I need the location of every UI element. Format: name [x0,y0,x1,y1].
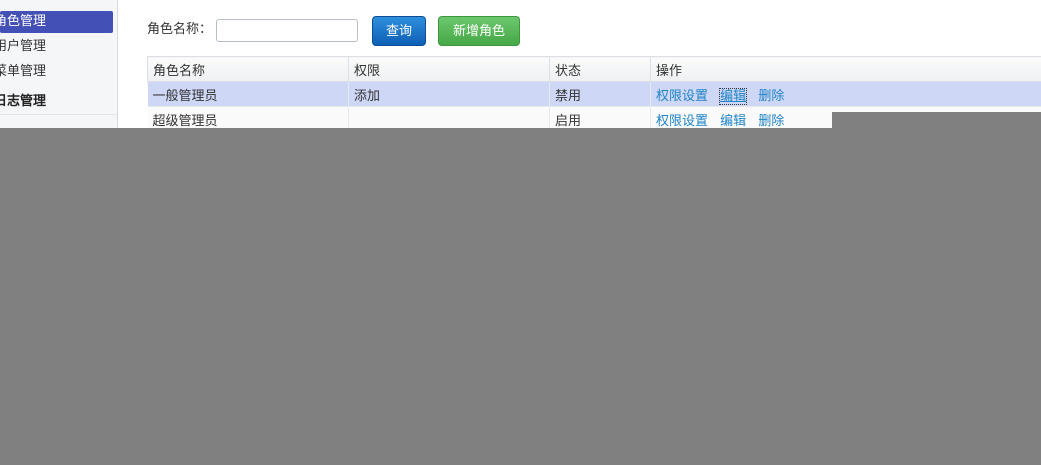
role-name-label: 角色名称： [147,22,213,37]
add-role-button[interactable]: 新增角色 [438,16,520,46]
table-row[interactable]: 一般管理员 添加 禁用 权限设置 编辑 删除 [147,81,1041,107]
permission-settings-link[interactable]: 权限设置 [656,114,708,129]
cell-status: 禁用 [549,81,651,107]
role-name-input[interactable] [216,19,358,42]
sidebar-group-label: 日志管理 [0,94,47,109]
column-header-role-name[interactable]: 角色名称 [147,56,349,82]
sidebar-item-label: 角色管理 [0,14,47,29]
sidebar-group-log-management[interactable]: 日志管理 [0,90,46,114]
delete-link[interactable]: 删除 [758,114,784,129]
permission-settings-link[interactable]: 权限设置 [656,89,708,104]
sidebar-item-role-management[interactable]: 角色管理 [0,11,113,33]
sidebar: 角色管理 用户管理 菜单管理 日志管理 [0,0,118,128]
cell-role-name: 一般管理员 [147,81,349,107]
sidebar-divider [0,114,117,115]
table-header-row: 角色名称 权限 状态 操作 [147,56,1041,82]
cell-permission: 添加 [348,81,550,107]
column-header-status[interactable]: 状态 [549,56,651,82]
sidebar-item-menu-management[interactable]: 菜单管理 [0,61,46,83]
edit-link[interactable]: 编辑 [719,87,748,105]
modal-mask [0,128,1041,465]
sidebar-item-user-management[interactable]: 用户管理 [0,36,46,58]
query-button[interactable]: 查询 [372,16,426,46]
sidebar-item-label: 用户管理 [0,39,47,54]
cell-actions: 权限设置 编辑 删除 [650,81,1041,107]
sidebar-item-label: 菜单管理 [0,64,47,79]
edit-link[interactable]: 编辑 [720,114,746,129]
column-header-permission[interactable]: 权限 [348,56,550,82]
modal-mask-top [832,112,1041,128]
column-header-actions[interactable]: 操作 [650,56,1041,82]
delete-link[interactable]: 删除 [758,89,784,104]
